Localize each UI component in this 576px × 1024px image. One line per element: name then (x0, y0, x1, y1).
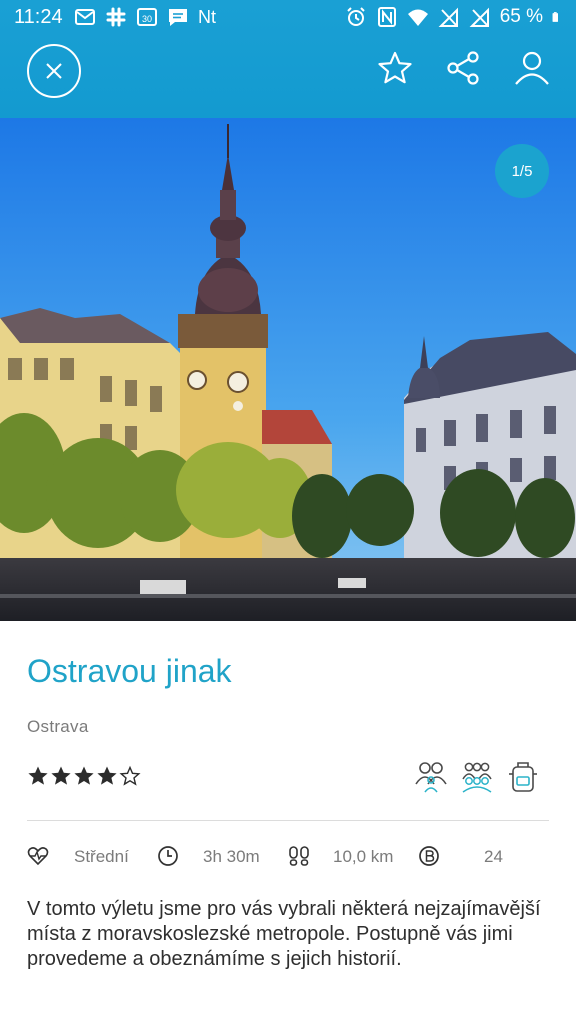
trip-category-icons (414, 760, 540, 794)
difficulty-value: Střední (74, 847, 129, 866)
message-icon (169, 9, 187, 26)
trip-stats: Střední 3h 30m 10,0 km 24 (27, 844, 557, 870)
duration-value: 3h 30m (203, 847, 260, 866)
points-value: 24 (484, 847, 503, 866)
calendar-day-label: 30 (142, 14, 152, 24)
photo-counter-badge: 1/5 (495, 144, 549, 198)
app-header: 11:24 30 Nt 65 % (0, 0, 576, 118)
gmail-icon (75, 9, 95, 25)
star-filled-icon (97, 766, 117, 785)
star-filled-icon (74, 766, 94, 785)
distance-value: 10,0 km (333, 847, 394, 866)
hero-illustration (0, 118, 576, 621)
section-divider (27, 820, 549, 821)
calendar-icon: 30 (137, 8, 157, 26)
wifi-icon (407, 9, 428, 26)
status-time: 11:24 (14, 6, 63, 28)
close-icon (46, 63, 62, 79)
nfc-icon (377, 7, 396, 27)
favorite-button[interactable] (375, 48, 415, 88)
trip-description: V tomto výletu jsme pro vás vybrali někt… (27, 898, 541, 970)
star-icon (378, 51, 412, 84)
close-button[interactable] (27, 44, 81, 98)
backpack-icon (509, 762, 537, 792)
points-coin-icon (419, 846, 439, 866)
share-button[interactable] (443, 48, 483, 88)
slack-icon (106, 7, 126, 27)
signal-icon (469, 7, 489, 27)
hero-photo[interactable]: 1/5 (0, 118, 576, 621)
group-icon (462, 762, 492, 793)
status-bar: 11:24 30 Nt 65 % (0, 0, 576, 34)
user-icon (515, 51, 549, 85)
battery-icon (552, 12, 558, 22)
footprints-icon (289, 846, 309, 866)
nt-notification-label: Nt (198, 7, 216, 27)
star-rating (27, 765, 141, 787)
system-icons: 65 % (345, 6, 564, 28)
couple-icon (415, 762, 447, 793)
trip-location: Ostrava (27, 717, 89, 736)
star-outline-icon (119, 765, 141, 786)
notification-icons: 30 Nt (74, 6, 216, 28)
star-filled-icon (51, 766, 71, 785)
share-icon (447, 51, 479, 85)
clock-icon (158, 846, 178, 866)
trip-title: Ostravou jinak (27, 653, 232, 689)
star-filled-icon (28, 766, 48, 785)
battery-level: 65 % (499, 6, 543, 27)
signal-icon (438, 7, 458, 27)
alarm-icon (346, 7, 365, 26)
heartbeat-icon (27, 847, 49, 866)
profile-button[interactable] (512, 48, 552, 88)
